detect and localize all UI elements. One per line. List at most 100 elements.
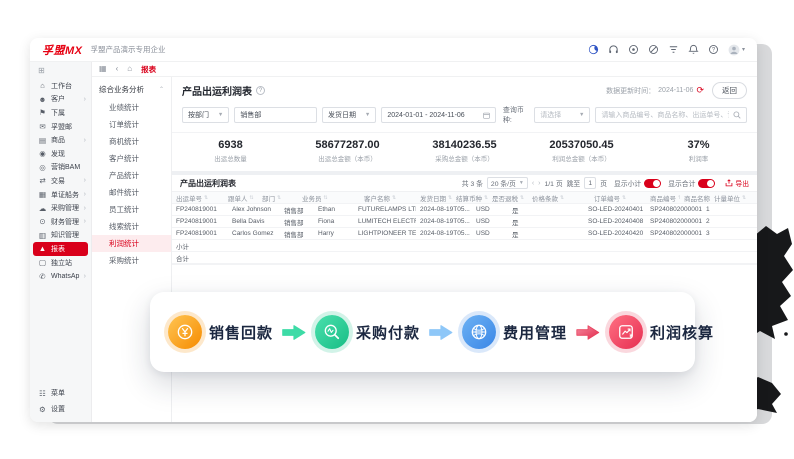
sidebar-footer-item[interactable]: ☷ 菜单: [30, 385, 91, 401]
table-row[interactable]: FP240819001Alex Johnson销售部EthanFUTURELAM…: [172, 204, 757, 216]
sidebar-item-label: 商品: [51, 135, 65, 145]
panel-menu-item[interactable]: 员工统计: [92, 201, 171, 218]
title-help-icon[interactable]: ?: [256, 86, 265, 95]
sidebar-item[interactable]: ☁ 采购管理 ›: [30, 201, 91, 215]
apps-grid-icon[interactable]: ▦: [99, 65, 107, 73]
stat-label: 利润率: [640, 153, 757, 163]
sidebar-footer-item[interactable]: ⚙ 设置: [30, 401, 91, 417]
sidebar-item[interactable]: ✆ WhatsAp... ›: [30, 269, 91, 283]
column-header[interactable]: 客户名称⇅: [360, 193, 416, 203]
table-row[interactable]: FP240819001Carlos Gomez销售部HarryLIGHTPION…: [172, 228, 757, 240]
search-icon: [733, 111, 741, 119]
sidebar-item[interactable]: ▲ 报表: [33, 242, 88, 256]
sidebar-item-icon: ▦: [38, 190, 47, 199]
sidebar-nav: ⌂ 工作台 ☻ 客户 › ⚑ 下属: [30, 79, 91, 385]
help-icon[interactable]: ?: [708, 44, 719, 55]
active-tab-report[interactable]: 报表: [141, 64, 156, 75]
column-header[interactable]: 商品名称⇅: [680, 193, 710, 203]
prev-page-icon[interactable]: ‹: [532, 180, 534, 187]
sidebar-item[interactable]: ▤ 商品 ›: [30, 133, 91, 147]
stat-label: 出运总金额（本币）: [289, 153, 406, 163]
bell-icon[interactable]: [688, 44, 699, 55]
jump-suffix: 页: [600, 178, 607, 188]
column-header[interactable]: 出运单号⇅: [172, 193, 224, 203]
column-header[interactable]: 部门⇅: [258, 193, 298, 203]
panel-menu-label: 邮件统计: [109, 188, 139, 197]
sidebar-item[interactable]: ◎ 营销BAM: [30, 161, 91, 175]
globe-icon: [462, 315, 496, 349]
sidebar-collapse-icon[interactable]: ⊞: [30, 65, 91, 79]
arrow-right-icon: [576, 324, 600, 341]
panel-menu-item[interactable]: 采购统计: [92, 252, 171, 269]
jump-page-input[interactable]: 1: [584, 177, 596, 189]
panel-menu-label: 客户统计: [109, 154, 139, 163]
panel-menu-item[interactable]: 邮件统计: [92, 184, 171, 201]
sidebar-item[interactable]: ⌂ 工作台: [30, 79, 91, 93]
sidebar-item-icon: ⌂: [38, 81, 47, 90]
page-title: 产品出运利润表: [182, 83, 252, 98]
filter-list-icon[interactable]: [668, 44, 679, 55]
panel-menu-item[interactable]: 商机统计: [92, 133, 171, 150]
home-icon[interactable]: ⌂: [127, 65, 132, 73]
currency-filter-label: 查询币种:: [503, 105, 529, 125]
sidebar-item[interactable]: ▢ 独立站: [30, 256, 91, 270]
column-header[interactable]: 业务员⇅: [298, 193, 360, 203]
sidebar-item[interactable]: ⚑ 下属: [30, 106, 91, 120]
refresh-icon[interactable]: ⟳: [696, 86, 704, 95]
date-range-picker[interactable]: 2024-01-01 - 2024-11-06: [381, 107, 495, 123]
sidebar-item[interactable]: ✉ 孚盟邮: [30, 120, 91, 134]
headset-icon[interactable]: [608, 44, 619, 55]
column-header[interactable]: 商品编号⇅: [646, 193, 680, 203]
total-toggle-group: 显示合计: [668, 178, 715, 188]
sidebar-footer-icon: ☷: [38, 389, 47, 398]
export-button[interactable]: 导出: [725, 178, 749, 188]
total-toggle[interactable]: [698, 179, 715, 188]
table-row[interactable]: 合计: [172, 252, 757, 264]
back-button[interactable]: 返回: [712, 82, 747, 99]
filter-bar: 按部门▼ 销售部 发货日期▼ 2024-01-01 - 2024-11-06: [182, 105, 747, 125]
profit-table-card: 产品出运利润表 共 3 条 20 条/页▼ ‹ › 1/1 页 跳至 1 页: [172, 175, 757, 265]
panel-menu-item[interactable]: 订单统计: [92, 116, 171, 133]
column-header[interactable]: 发货日期⇅: [416, 193, 452, 203]
sidebar-item[interactable]: ☻ 客户 ›: [30, 93, 91, 107]
department-select[interactable]: 按部门▼: [182, 107, 229, 123]
user-avatar[interactable]: ▾: [728, 44, 745, 56]
panel-menu-item[interactable]: 产品统计: [92, 167, 171, 184]
page-size-select[interactable]: 20 条/页▼: [487, 177, 528, 189]
blocked-icon[interactable]: [648, 44, 659, 55]
panel-group-header[interactable]: 综合业务分析 ⌃: [92, 81, 171, 99]
panel-menu-item[interactable]: 业绩统计: [92, 99, 171, 116]
column-header[interactable]: 价格条款⇅: [528, 193, 590, 203]
date-type-select[interactable]: 发货日期▼: [322, 107, 376, 123]
sidebar-item[interactable]: ⊙ 财务管理 ›: [30, 215, 91, 229]
column-header[interactable]: 是否退税⇅: [488, 193, 528, 203]
sidebar-item-label: 下属: [51, 108, 65, 118]
sidebar-item[interactable]: ⇄ 交易 ›: [30, 174, 91, 188]
panel-menu-label: 线索统计: [109, 222, 139, 231]
column-header[interactable]: 计量单位⇅: [710, 193, 750, 203]
column-header[interactable]: 跟单人⇅: [224, 193, 258, 203]
panel-menu-item[interactable]: 客户统计: [92, 150, 171, 167]
panel-menu-item[interactable]: 线索统计: [92, 218, 171, 235]
column-header[interactable]: 结算币种⇅: [452, 193, 488, 203]
currency-select[interactable]: 请选择▼: [534, 107, 590, 123]
stat-label: 出运总数量: [172, 153, 289, 163]
table-row[interactable]: FP240819001Bella Davis销售部FionaLUMITECH E…: [172, 216, 757, 228]
panel-menu-label: 采购统计: [109, 256, 139, 265]
chevron-right-icon: ›: [84, 273, 86, 280]
subtotal-toggle-label: 显示小计: [614, 178, 641, 188]
table-row[interactable]: 小计: [172, 240, 757, 252]
panel-menu-item[interactable]: 利润统计: [92, 235, 171, 252]
search-input[interactable]: 请输入商品编号、商品名称、出运单号、订单号、采购单号: [595, 107, 747, 123]
subtotal-toggle[interactable]: [644, 179, 661, 188]
back-chevron-icon[interactable]: ‹: [116, 65, 119, 73]
sidebar-item[interactable]: ◉ 发现: [30, 147, 91, 161]
department-value-input[interactable]: 销售部: [234, 107, 317, 123]
sidebar-item[interactable]: ▦ 单证船务 ›: [30, 188, 91, 202]
sidebar-item-label: 发现: [51, 149, 65, 159]
theme-toggle-icon[interactable]: [588, 44, 599, 55]
target-icon[interactable]: [628, 44, 639, 55]
next-page-icon[interactable]: ›: [538, 180, 540, 187]
column-header[interactable]: 订单编号⇅: [590, 193, 646, 203]
sidebar-item[interactable]: ▥ 知识管理: [30, 229, 91, 243]
